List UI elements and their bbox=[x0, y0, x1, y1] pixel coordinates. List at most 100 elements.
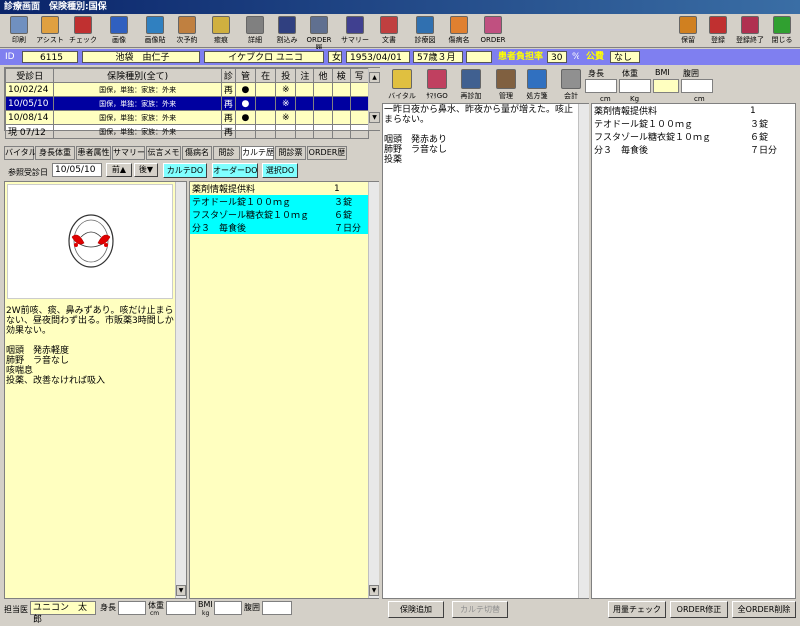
toolbar-button-10[interactable]: サマリー bbox=[340, 16, 370, 46]
next-button[interactable]: 後▼ bbox=[134, 163, 158, 177]
tab-0[interactable]: バイタル bbox=[4, 146, 37, 160]
toolbar-button-9[interactable]: ORDER履 bbox=[304, 16, 334, 52]
toolbar-button-3[interactable]: 画像 bbox=[104, 16, 134, 46]
toolbar-button-11[interactable]: 文書 bbox=[374, 16, 404, 46]
toolbar-right-button-0[interactable]: 保留 bbox=[673, 16, 703, 46]
mid-icon-button-4[interactable]: 処方箋 bbox=[521, 67, 553, 101]
order-row[interactable]: 分３ 毎食後 ７日分 bbox=[592, 143, 792, 156]
tab-7[interactable]: カルテ歴 bbox=[241, 146, 274, 160]
visit-col-header[interactable]: 検 bbox=[331, 68, 351, 83]
toolbar-right-button-1[interactable]: 登録 bbox=[703, 16, 733, 46]
history-order-panel[interactable]: 薬剤情報提供料 1 テオドール錠１００ｍｇ ３錠 フスタゾール糖衣錠１０ｍｇ ６錠 分３ 毎… bbox=[189, 181, 379, 599]
toolbar-button-5[interactable]: 次予約 bbox=[172, 16, 202, 46]
visit-col-header[interactable]: 注 bbox=[295, 68, 315, 83]
footer-bmi-field[interactable] bbox=[214, 601, 242, 615]
doctor-field[interactable]: ユニコン 太郎 bbox=[30, 601, 96, 625]
waist-field[interactable] bbox=[681, 79, 713, 93]
toolbar-right-button-3[interactable]: 閉じる bbox=[767, 16, 797, 46]
karte-do-button[interactable]: カルテDO bbox=[163, 163, 207, 178]
insurance-add-button[interactable]: 保険追加 bbox=[388, 601, 444, 618]
visit-cell: 10/05/10 bbox=[4, 96, 55, 111]
mid-icon-button-2[interactable]: 再診加 bbox=[455, 67, 487, 101]
order-row[interactable]: 分３ 毎食後 ７日分 bbox=[190, 221, 376, 234]
toolbar-button-4[interactable]: 画像貼 bbox=[140, 16, 170, 46]
toolbar-button-6[interactable]: 癒痕 bbox=[206, 16, 236, 46]
visit-col-header[interactable]: 受診日 bbox=[4, 68, 55, 83]
order-delete-button[interactable]: 全ORDER削除 bbox=[732, 601, 796, 618]
tab-6[interactable]: 問診 bbox=[213, 146, 240, 160]
prev-button[interactable]: 前▲ bbox=[106, 163, 132, 177]
scroll-down-icon[interactable]: ▼ bbox=[369, 112, 380, 123]
mid-icon-button-0[interactable]: バイタル bbox=[386, 67, 418, 101]
visit-col-header[interactable]: 他 bbox=[313, 68, 333, 83]
tab-5[interactable]: 傷病名 bbox=[182, 146, 212, 160]
mid-icon-button-5[interactable]: 会計 bbox=[555, 67, 587, 101]
toolbar-button-0[interactable]: 印刷 bbox=[4, 16, 34, 46]
toolbar-button-8[interactable]: 割込み bbox=[272, 16, 302, 46]
visit-col-header[interactable]: 在 bbox=[255, 68, 277, 83]
visit-col-header[interactable]: 管 bbox=[234, 68, 257, 83]
weight-label: 体重 bbox=[622, 69, 638, 78]
toolbar-button-12[interactable]: 診療図 bbox=[410, 16, 440, 46]
tab-1[interactable]: 身長体重 bbox=[35, 146, 75, 160]
toolbar-icon bbox=[74, 16, 92, 34]
order-row[interactable]: フスタゾール糖衣錠１０ｍｇ ６錠 bbox=[592, 130, 792, 143]
tab-8[interactable]: 問診票 bbox=[275, 146, 306, 160]
toolbar-button-14[interactable]: ORDER bbox=[478, 16, 508, 46]
order-row[interactable]: 薬剤情報提供料 1 bbox=[190, 182, 376, 196]
current-karte-panel[interactable]: 一昨日夜から鼻水、昨夜から量が増えた。咳止まらない。 咽頭 発赤あり 肺野 ラ音… bbox=[382, 103, 589, 599]
visit-row[interactable]: 10/05/10 国保，単独：家族：外来再 ● ※ bbox=[4, 96, 370, 111]
karte-switch-button[interactable]: カルテ切替 bbox=[452, 601, 508, 618]
select-do-button[interactable]: 選択DO bbox=[262, 163, 298, 178]
tab-3[interactable]: サマリー bbox=[112, 146, 145, 160]
order-do-button[interactable]: オーダーDO bbox=[212, 163, 258, 178]
tab-4[interactable]: 伝言メモ bbox=[146, 146, 181, 160]
current-order-panel[interactable]: 薬剤情報提供料 1 テオドール錠１００ｍｇ ３錠 フスタゾール糖衣錠１０ｍｇ ６錠 分３ 毎… bbox=[591, 103, 796, 599]
visit-scrollbar[interactable]: ▲ ▼ bbox=[368, 68, 380, 130]
footer-height-field[interactable] bbox=[118, 601, 146, 615]
history-order-scrollbar[interactable]: ▼ bbox=[368, 182, 379, 598]
toolbar-button-2[interactable]: チェック bbox=[68, 16, 98, 46]
toolbar-button-13[interactable]: 傷病名 bbox=[444, 16, 474, 46]
scroll-down-icon[interactable]: ▼ bbox=[176, 585, 186, 596]
ref-date-field[interactable]: 10/05/10 bbox=[52, 163, 102, 177]
order-row[interactable]: テオドール錠１００ｍｇ ３錠 bbox=[190, 195, 376, 208]
history-scrollbar[interactable]: ▼ bbox=[175, 182, 186, 598]
order-row[interactable]: テオドール錠１００ｍｇ ３錠 bbox=[592, 117, 792, 130]
toolbar-right-button-2[interactable]: 登録終了 bbox=[733, 16, 767, 46]
scroll-up-icon[interactable]: ▲ bbox=[369, 72, 380, 83]
visit-col-header[interactable]: 写 bbox=[349, 68, 370, 83]
visit-row[interactable]: 現 07/12 国保，単独：家族：外来再 bbox=[4, 124, 370, 139]
order-fix-button[interactable]: ORDER修正 bbox=[670, 601, 728, 618]
footer-weight-field[interactable] bbox=[166, 601, 196, 615]
mid-icon-button-3[interactable]: 管理 bbox=[490, 67, 522, 101]
toolbar-button-1[interactable]: アシスト bbox=[35, 16, 65, 46]
visit-col-header[interactable]: 診 bbox=[220, 68, 236, 83]
visit-row[interactable]: 10/08/14 国保，単独：家族：外来再 ● ※ bbox=[4, 110, 370, 125]
footer-waist-field[interactable] bbox=[262, 601, 292, 615]
height-field[interactable] bbox=[585, 79, 617, 93]
visit-cell bbox=[295, 96, 315, 111]
scroll-down-icon[interactable]: ▼ bbox=[369, 585, 379, 596]
weight-field[interactable] bbox=[619, 79, 651, 93]
mid-icon-label: 会計 bbox=[564, 92, 578, 100]
toolbar-button-7[interactable]: 詳細 bbox=[240, 16, 270, 46]
tab-9[interactable]: ORDER歴 bbox=[307, 146, 347, 160]
toolbar-label: 登録 bbox=[711, 36, 725, 44]
dose-check-button[interactable]: 用量チェック bbox=[608, 601, 666, 618]
mid-icon bbox=[427, 69, 447, 89]
burden-rate: 30 bbox=[547, 51, 567, 63]
mid-icon-button-1[interactable]: ｻﾏﾘGO bbox=[421, 67, 453, 101]
tab-2[interactable]: 患者属性 bbox=[76, 146, 111, 160]
current-scrollbar[interactable] bbox=[578, 104, 589, 598]
history-karte-panel[interactable]: 2W前咳、痰、鼻みずあり。咳だけ止まらない、昼夜問わず出る。市販薬3時間しか効果… bbox=[4, 181, 187, 599]
footer-kg-unit: kg bbox=[202, 610, 210, 617]
order-row[interactable]: 薬剤情報提供料 1 bbox=[592, 104, 792, 118]
visit-col-header[interactable]: 保険種別(全て) bbox=[53, 68, 222, 83]
order-row[interactable]: フスタゾール糖衣錠１０ｍｇ ６錠 bbox=[190, 208, 376, 221]
visit-col-header[interactable]: 投 bbox=[275, 68, 297, 83]
visit-cell: 再 bbox=[220, 110, 236, 125]
visit-cell bbox=[255, 110, 277, 125]
order-cell: 分３ 毎食後 bbox=[594, 146, 649, 156]
visit-row[interactable]: 10/02/24 国保，単独：家族：外来再 ● ※ bbox=[4, 82, 370, 97]
